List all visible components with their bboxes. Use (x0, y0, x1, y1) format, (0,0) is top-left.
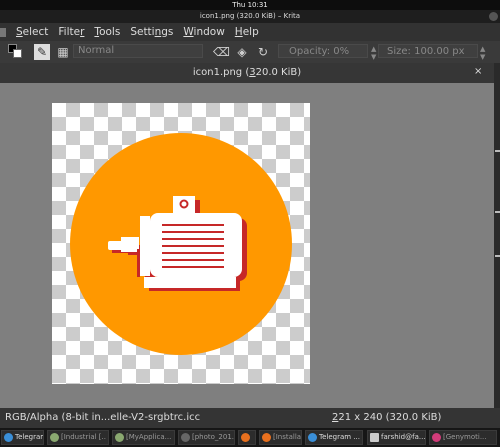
image-canvas[interactable] (52, 103, 310, 384)
dock-handle[interactable] (495, 255, 500, 257)
menu-tools[interactable]: Tools (94, 26, 120, 38)
taskbar-item[interactable]: Telegram ... (305, 430, 363, 445)
size-spin-arrows-icon[interactable]: ▲ ▼ (480, 45, 485, 61)
eraser-mode-icon[interactable]: ⌫ (213, 44, 230, 60)
opacity-spin-arrows-icon[interactable]: ▲ ▼ (371, 45, 376, 61)
image-viewer-icon (181, 433, 190, 442)
taskbar-item[interactable] (238, 430, 256, 445)
window-title: icon1.png (320.0 KiB) – Krita (0, 10, 500, 23)
preserve-alpha-icon[interactable]: ◈ (234, 44, 250, 60)
genymotion-icon (432, 433, 441, 442)
system-clock: Thu 10:31 (0, 0, 500, 10)
firefox-icon (262, 433, 271, 442)
taskbar-item[interactable]: farshid@fa... (367, 430, 426, 445)
color-profile-status: RGB/Alpha (8-bit in...elle-V2-srgbtrc.ic… (5, 412, 201, 423)
right-dock-panel (494, 63, 500, 408)
opacity-value: 0% (333, 46, 350, 57)
image-dimensions-status: 221 x 240 (320.0 KiB) (332, 412, 442, 423)
brush-preset-icon[interactable]: ✎ (34, 44, 50, 60)
document-tab[interactable]: icon1.png (320.0 KiB) (0, 63, 494, 83)
terminal-icon (370, 433, 379, 442)
android-studio-icon (50, 433, 59, 442)
taskbar-item[interactable]: [MyApplica... (112, 430, 175, 445)
reload-preset-icon[interactable]: ↻ (255, 44, 271, 60)
window-close-button[interactable] (489, 12, 498, 21)
size-value: 100.00 px (414, 46, 465, 57)
taskbar-item[interactable]: Telegram (... (1, 430, 44, 445)
dock-handle[interactable] (495, 150, 500, 152)
menu-bar: Select Filter Tools Settings Window Help (0, 23, 500, 41)
menu-help[interactable]: Help (235, 26, 259, 38)
menu-select[interactable]: Select (16, 26, 48, 38)
motor-icon-artwork (70, 133, 292, 355)
close-document-icon[interactable]: × (474, 66, 482, 77)
menu-settings[interactable]: Settings (130, 26, 173, 38)
menu-partial-icon[interactable] (0, 27, 6, 37)
android-studio-icon (115, 433, 124, 442)
taskbar-item[interactable]: [Genymoti... (429, 430, 497, 445)
taskbar-item[interactable]: [Industrial [.. (47, 430, 109, 445)
firefox-icon (241, 433, 250, 442)
taskbar-item[interactable]: [photo_201... (178, 430, 235, 445)
menu-window[interactable]: Window (183, 26, 224, 38)
opacity-slider[interactable]: Opacity: 0% (278, 44, 368, 58)
terminal-box-hole (179, 199, 189, 209)
dock-handle[interactable] (495, 211, 500, 213)
taskbar-item[interactable]: [Installatio... (259, 430, 302, 445)
background-color-swatch[interactable] (13, 49, 22, 58)
blend-mode-select[interactable]: Normal (73, 44, 203, 58)
telegram-icon (308, 433, 317, 442)
menu-filter[interactable]: Filter (58, 26, 84, 38)
brush-size-slider[interactable]: Size: 100.00 px (378, 44, 478, 58)
grid-presets-icon[interactable]: ▦ (55, 44, 71, 60)
telegram-icon (4, 433, 13, 442)
